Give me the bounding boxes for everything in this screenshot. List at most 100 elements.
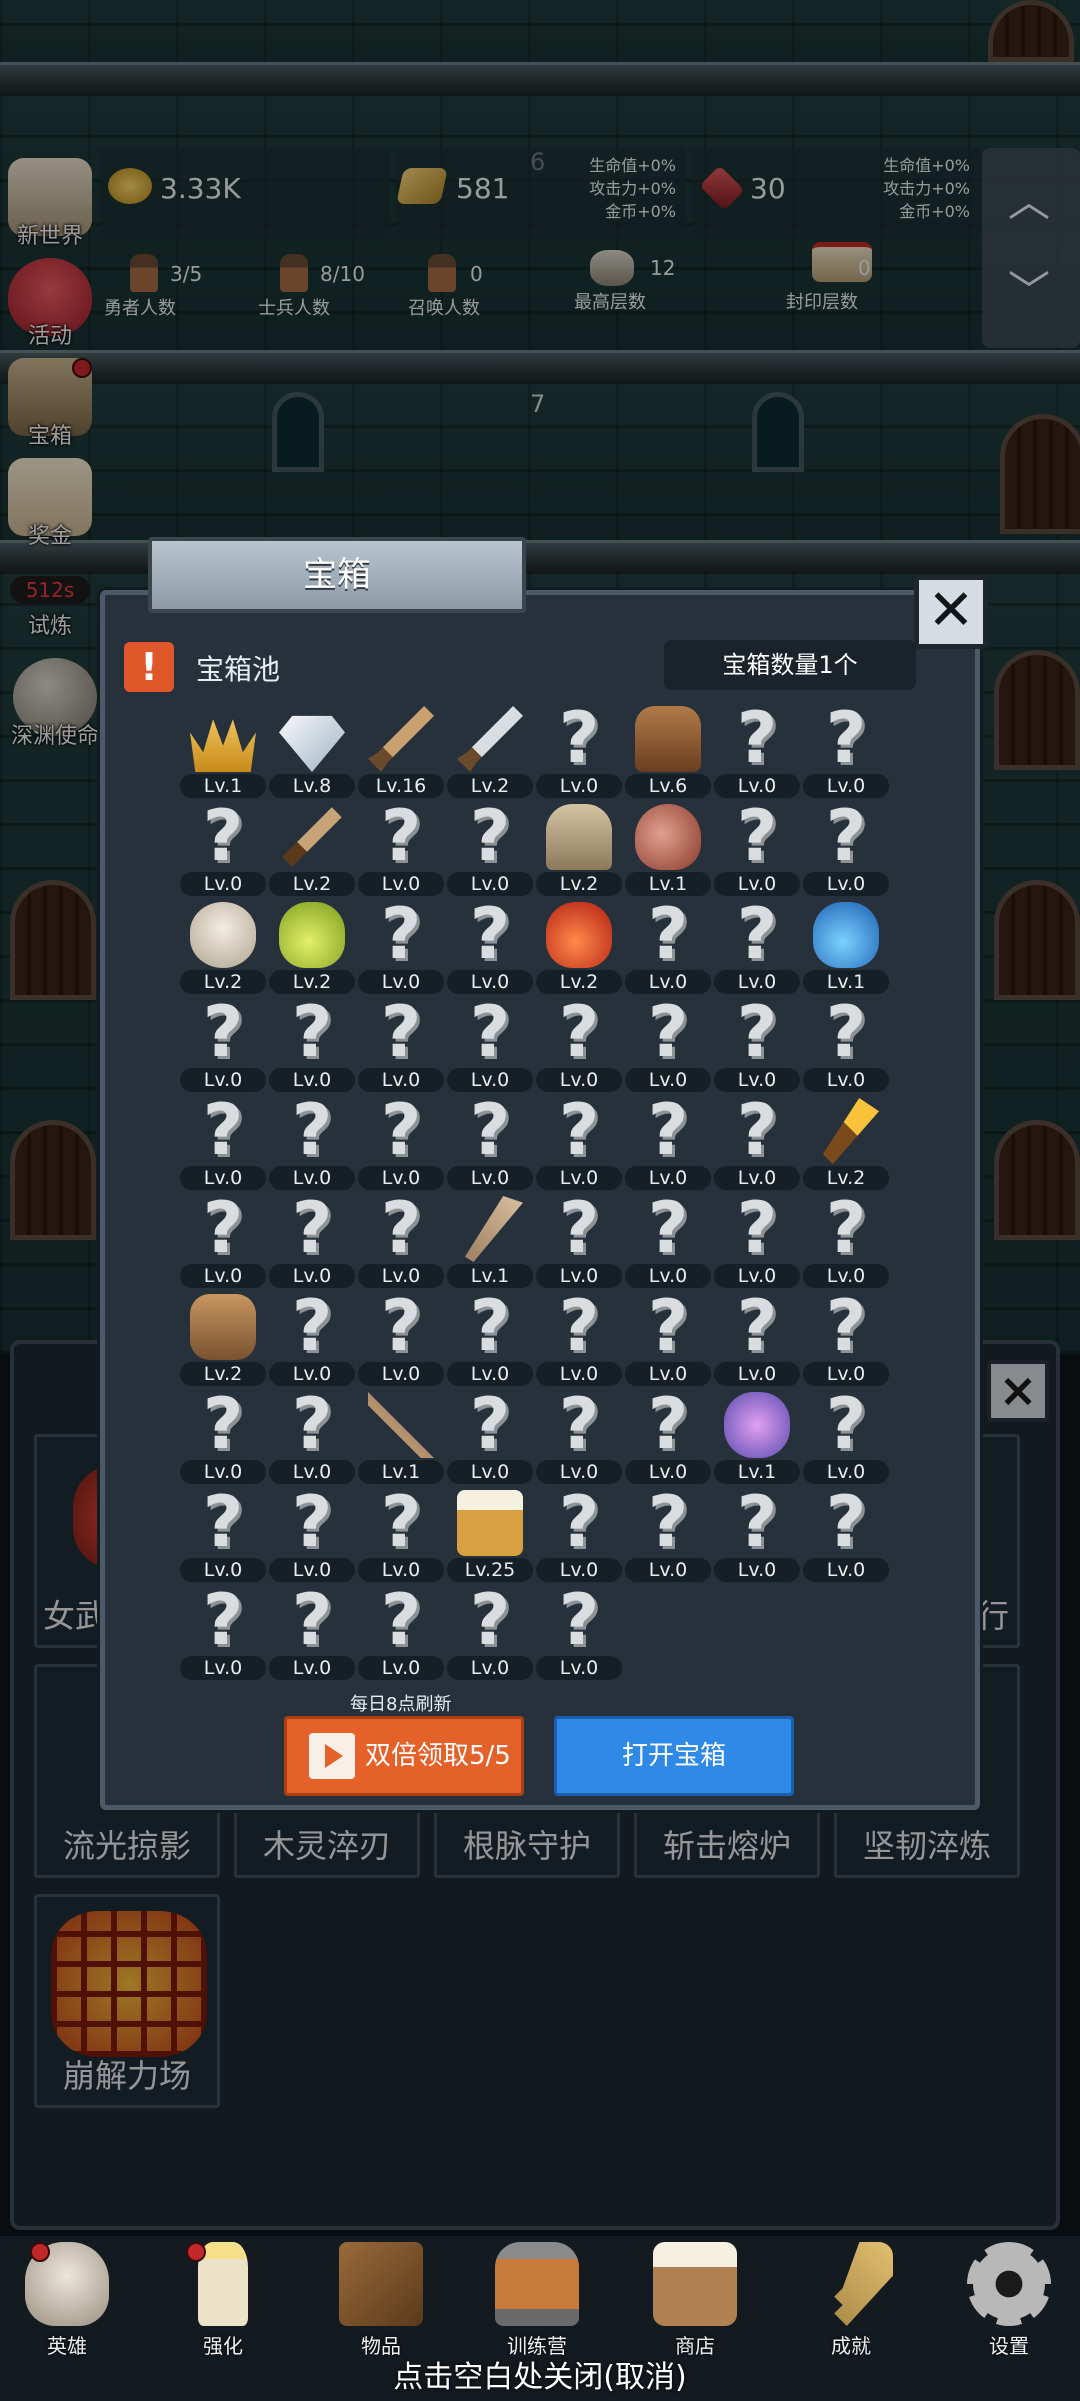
pool-item[interactable]: ? Lv.0 xyxy=(534,997,624,1096)
open-chest-button[interactable]: 打开宝箱 xyxy=(554,1716,794,1796)
pool-item[interactable]: ? Lv.0 xyxy=(267,1487,357,1586)
pool-item[interactable]: ? Lv.0 xyxy=(445,1383,535,1488)
unknown-icon: ? xyxy=(647,893,689,975)
pool-item[interactable]: ? Lv.0 xyxy=(178,1095,268,1194)
item-level: Lv.0 xyxy=(625,1558,711,1582)
alert-icon[interactable]: ! xyxy=(124,642,174,692)
pool-item[interactable]: Lv.2 xyxy=(267,802,357,900)
nav-item[interactable]: 物品 xyxy=(326,2242,436,2359)
pool-item[interactable]: Lv.25 xyxy=(445,1488,535,1586)
pool-item[interactable]: Lv.2 xyxy=(534,802,624,900)
pool-item[interactable]: ? Lv.0 xyxy=(178,991,268,1096)
unknown-icon: ? xyxy=(202,1579,244,1661)
pool-item[interactable]: ? Lv.0 xyxy=(712,1487,802,1586)
pool-item[interactable]: ? Lv.0 xyxy=(534,1389,624,1488)
pool-item[interactable]: ? Lv.0 xyxy=(267,1389,357,1488)
pool-item[interactable]: ? Lv.0 xyxy=(623,1487,713,1586)
pool-item[interactable]: ? Lv.0 xyxy=(534,1193,624,1292)
pool-item[interactable]: ? Lv.0 xyxy=(178,1487,268,1586)
pool-item[interactable]: Lv.1 xyxy=(801,900,891,998)
pool-item[interactable]: ? Lv.0 xyxy=(356,1487,446,1586)
nav-item[interactable]: 训练营 xyxy=(482,2242,592,2359)
pool-item[interactable]: ? Lv.0 xyxy=(356,1291,446,1390)
pool-item[interactable]: Lv.2 xyxy=(178,1292,268,1390)
pool-item[interactable]: ? Lv.0 xyxy=(801,1193,891,1292)
pool-item[interactable]: ? Lv.0 xyxy=(356,991,446,1096)
pool-item[interactable]: ? Lv.0 xyxy=(712,1291,802,1390)
item-level: Lv.0 xyxy=(803,872,889,896)
pool-item[interactable]: ? Lv.0 xyxy=(356,801,446,900)
pool-item[interactable]: Lv.2 xyxy=(178,900,268,998)
nav-item[interactable]: 强化 xyxy=(168,2242,278,2359)
pool-item[interactable]: ? Lv.0 xyxy=(534,1291,624,1390)
pool-item[interactable]: ? Lv.0 xyxy=(801,703,891,802)
double-claim-button[interactable]: 双倍领取5/5 xyxy=(284,1716,524,1796)
pool-item[interactable]: ? Lv.0 xyxy=(623,1389,713,1488)
pool-item[interactable]: ? Lv.0 xyxy=(178,1193,268,1292)
pool-item[interactable]: ? Lv.0 xyxy=(534,703,624,802)
pool-item[interactable]: ? Lv.0 xyxy=(445,1579,535,1684)
pool-item[interactable]: ? Lv.0 xyxy=(267,1095,357,1194)
pool-item[interactable]: Lv.2 xyxy=(267,900,357,998)
pool-item[interactable]: ? Lv.0 xyxy=(534,1487,624,1586)
pool-item[interactable]: ? Lv.0 xyxy=(712,1095,802,1194)
meat-icon xyxy=(635,804,701,870)
pool-item[interactable]: Lv.2 xyxy=(801,1096,891,1194)
pool-item[interactable]: Lv.1 xyxy=(445,1194,535,1292)
pool-item[interactable]: ? Lv.0 xyxy=(356,1193,446,1292)
pool-item[interactable]: ? Lv.0 xyxy=(801,1389,891,1488)
pool-item[interactable]: ? Lv.0 xyxy=(267,1585,357,1684)
pool-item[interactable]: ? Lv.0 xyxy=(623,1193,713,1292)
pool-item[interactable]: ? Lv.0 xyxy=(801,1291,891,1390)
pool-item[interactable]: ? Lv.0 xyxy=(801,997,891,1096)
pool-item[interactable]: ? Lv.0 xyxy=(801,801,891,900)
nav-item[interactable]: 成就 xyxy=(796,2242,906,2359)
pool-item[interactable]: Lv.1 xyxy=(356,1390,446,1488)
pool-item[interactable]: ? Lv.0 xyxy=(801,1487,891,1586)
unknown-icon: ? xyxy=(736,1187,778,1269)
pool-item[interactable]: ? Lv.0 xyxy=(445,1291,535,1390)
unknown-icon: ? xyxy=(469,1579,511,1661)
pool-item[interactable]: ? Lv.0 xyxy=(623,893,713,998)
pool-item[interactable]: Lv.2 xyxy=(534,900,624,998)
pool-item[interactable]: Lv.2 xyxy=(445,704,535,802)
pool-item[interactable]: ? Lv.0 xyxy=(267,1187,357,1292)
pool-item[interactable]: ? Lv.0 xyxy=(712,801,802,900)
pool-item[interactable]: ? Lv.0 xyxy=(445,1095,535,1194)
pool-item[interactable]: ? Lv.0 xyxy=(623,1291,713,1390)
pool-item[interactable]: Lv.1 xyxy=(712,1390,802,1488)
pool-item[interactable]: Lv.8 xyxy=(267,704,357,802)
nav-item[interactable]: 商店 xyxy=(640,2242,750,2359)
pool-item[interactable]: ? Lv.0 xyxy=(356,899,446,998)
pool-item[interactable]: ? Lv.0 xyxy=(712,1187,802,1292)
pool-item[interactable]: ? Lv.0 xyxy=(623,997,713,1096)
pool-item[interactable]: Lv.16 xyxy=(356,704,446,802)
nav-item[interactable]: 英雄 xyxy=(12,2242,122,2359)
pool-item[interactable]: ? Lv.0 xyxy=(445,997,535,1096)
pool-item[interactable]: ? Lv.0 xyxy=(445,899,535,998)
pool-item[interactable]: ? Lv.0 xyxy=(712,703,802,802)
pool-item[interactable]: Lv.1 xyxy=(178,704,268,802)
pool-item[interactable]: ? Lv.0 xyxy=(534,1585,624,1684)
pool-item[interactable]: ? Lv.0 xyxy=(178,1579,268,1684)
pool-title: 宝箱池 xyxy=(196,653,281,686)
pool-item[interactable]: ? Lv.0 xyxy=(267,1291,357,1390)
pool-item[interactable]: ? Lv.0 xyxy=(267,997,357,1096)
nav-item[interactable]: 设置 xyxy=(954,2242,1064,2359)
unknown-icon: ? xyxy=(291,1187,333,1269)
pool-item[interactable]: ? Lv.0 xyxy=(623,1095,713,1194)
dialog-close-button[interactable]: ✕ xyxy=(914,575,988,649)
pool-item[interactable]: ? Lv.0 xyxy=(178,1389,268,1488)
pool-item[interactable]: ? Lv.0 xyxy=(712,899,802,998)
unknown-icon: ? xyxy=(202,991,244,1073)
pool-item[interactable]: Lv.1 xyxy=(623,802,713,900)
unknown-icon: ? xyxy=(380,991,422,1073)
pool-item[interactable]: ? Lv.0 xyxy=(534,1095,624,1194)
unknown-icon: ? xyxy=(469,1383,511,1465)
pool-item[interactable]: ? Lv.0 xyxy=(712,997,802,1096)
pool-item[interactable]: ? Lv.0 xyxy=(178,801,268,900)
pool-item[interactable]: ? Lv.0 xyxy=(356,1585,446,1684)
pool-item[interactable]: Lv.6 xyxy=(623,704,713,802)
pool-item[interactable]: ? Lv.0 xyxy=(445,801,535,900)
pool-item[interactable]: ? Lv.0 xyxy=(356,1095,446,1194)
